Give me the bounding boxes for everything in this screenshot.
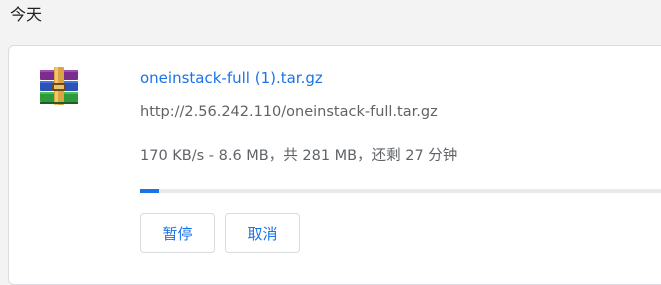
download-status-text: 170 KB/s - 8.6 MB，共 281 MB，还剩 27 分钟 xyxy=(140,148,458,164)
download-progress-fill xyxy=(140,189,159,193)
date-section-heading: 今天 xyxy=(10,5,43,24)
download-file-name-link[interactable]: oneinstack-full (1).tar.gz xyxy=(140,67,323,89)
download-item-card: oneinstack-full (1).tar.gz http://2.56.2… xyxy=(8,45,661,285)
download-source-url: http://2.56.242.110/oneinstack-full.tar.… xyxy=(140,104,438,120)
rar-archive-icon xyxy=(38,67,80,105)
pause-button[interactable]: 暂停 xyxy=(140,213,215,253)
cancel-button[interactable]: 取消 xyxy=(225,213,300,253)
download-progress-bar xyxy=(140,189,661,193)
